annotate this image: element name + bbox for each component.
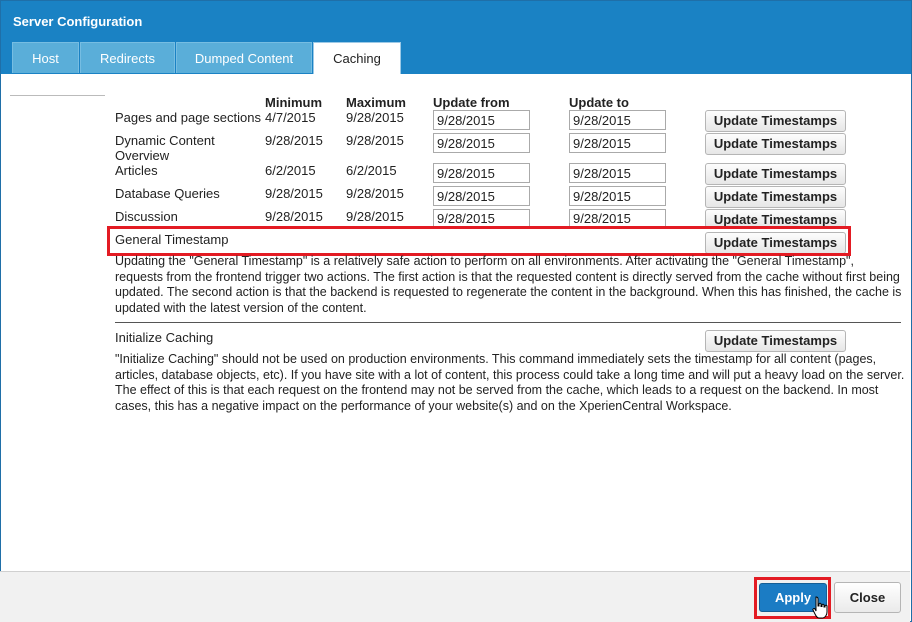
row-maximum: 9/28/2015: [346, 133, 404, 148]
left-panel-divider: [10, 95, 105, 96]
initialize-caching-update-button[interactable]: Update Timestamps: [705, 330, 846, 352]
row-label: Discussion: [115, 209, 178, 224]
dialog-title: Server Configuration: [13, 14, 143, 29]
row-label: Articles: [115, 163, 158, 178]
update-from-input[interactable]: [433, 110, 530, 130]
update-timestamps-button[interactable]: Update Timestamps: [705, 110, 846, 132]
tab-host[interactable]: Host: [12, 42, 79, 73]
close-button[interactable]: Close: [834, 582, 901, 613]
header-minimum: Minimum: [265, 95, 323, 110]
tab-dumped-content[interactable]: Dumped Content: [176, 42, 312, 73]
row-maximum: 9/28/2015: [346, 110, 404, 125]
update-from-input[interactable]: [433, 209, 530, 227]
header-update-from: Update from: [433, 95, 510, 110]
row-maximum: 6/2/2015: [346, 163, 397, 178]
update-timestamps-button[interactable]: Update Timestamps: [705, 133, 846, 155]
tab-redirects[interactable]: Redirects: [80, 42, 175, 73]
initialize-caching-label: Initialize Caching: [115, 330, 214, 345]
update-timestamps-button[interactable]: Update Timestamps: [705, 186, 846, 208]
update-from-input[interactable]: [433, 186, 530, 206]
row-minimum: 4/7/2015: [265, 110, 316, 125]
initialize-caching-description: "Initialize Caching" should not be used …: [115, 352, 905, 413]
row-minimum: 9/28/2015: [265, 133, 323, 148]
update-from-input[interactable]: [433, 163, 530, 183]
row-label: Dynamic Content Overview: [115, 133, 215, 163]
row-minimum: 9/28/2015: [265, 186, 323, 201]
update-to-input[interactable]: [569, 110, 666, 130]
row-minimum: 9/28/2015: [265, 209, 323, 224]
tab-caching[interactable]: Caching: [313, 42, 401, 74]
row-label: Pages and page sections: [115, 110, 261, 125]
row-label: Database Queries: [115, 186, 220, 201]
row-minimum: 6/2/2015: [265, 163, 316, 178]
row-maximum: 9/28/2015: [346, 209, 404, 224]
hand-pointer-icon: [812, 596, 828, 619]
update-from-input[interactable]: [433, 133, 530, 153]
header-update-to: Update to: [569, 95, 629, 110]
update-to-input[interactable]: [569, 186, 666, 206]
update-to-input[interactable]: [569, 133, 666, 153]
header-maximum: Maximum: [346, 95, 406, 110]
update-to-input[interactable]: [569, 163, 666, 183]
section-divider: [115, 322, 901, 323]
update-to-input[interactable]: [569, 209, 666, 227]
update-timestamps-button[interactable]: Update Timestamps: [705, 163, 846, 185]
general-timestamp-description: Updating the "General Timestamp" is a re…: [115, 254, 902, 315]
row-maximum: 9/28/2015: [346, 186, 404, 201]
highlight-box: [107, 226, 851, 256]
